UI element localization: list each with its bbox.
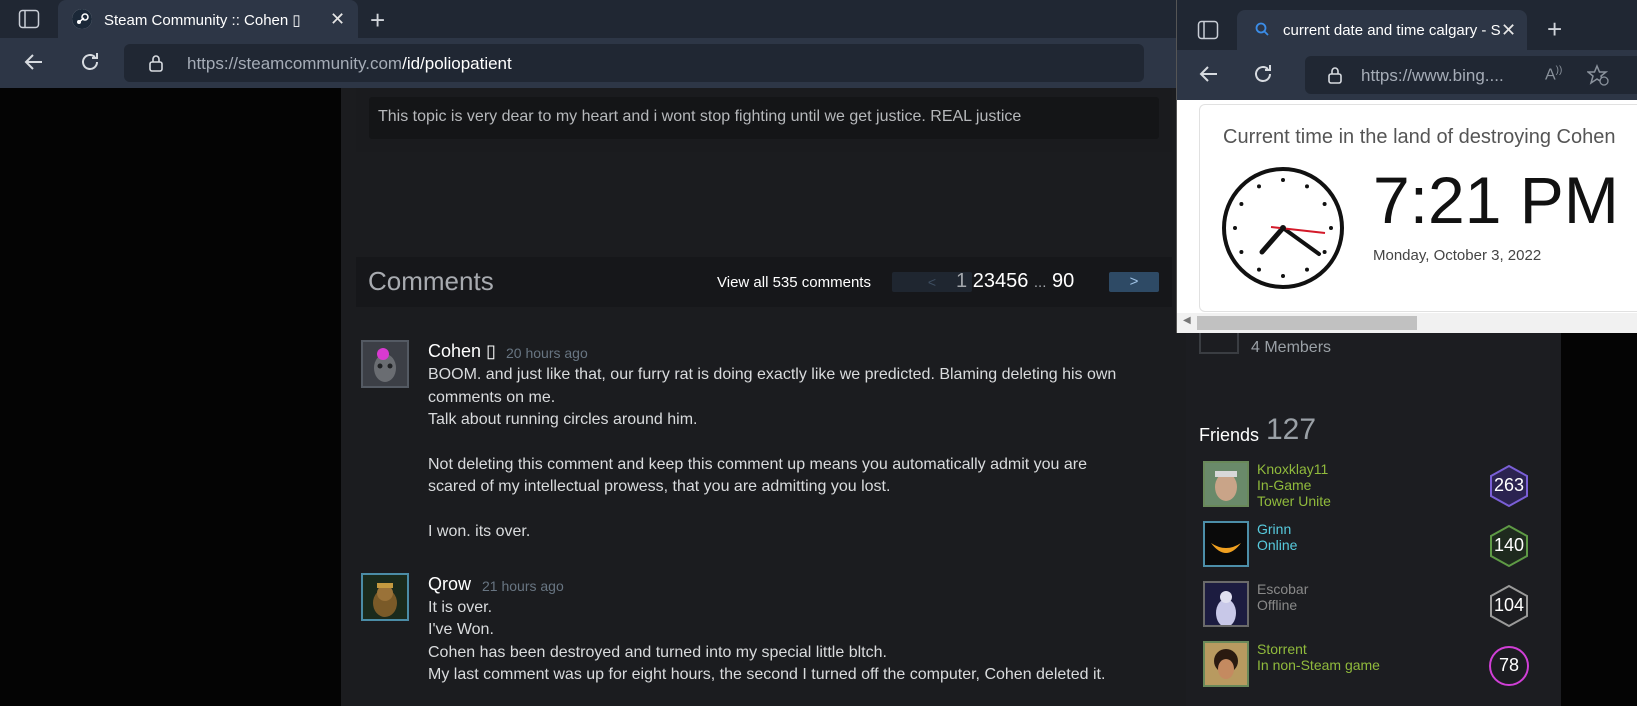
avatar xyxy=(1203,521,1249,567)
scroll-left-icon[interactable]: ◀ xyxy=(1183,315,1191,326)
comment-time: 21 hours ago xyxy=(482,578,564,594)
friend-item[interactable]: Storrent In non-Steam game xyxy=(1203,641,1533,691)
horizontal-scrollbar[interactable]: ◀ xyxy=(1177,313,1637,333)
friend-item[interactable]: Grinn Online xyxy=(1203,521,1533,571)
tab-title: current date and time calgary - S xyxy=(1283,22,1501,39)
level-value: 263 xyxy=(1493,475,1525,495)
tab-bing-search[interactable]: current date and time calgary - S ✕ xyxy=(1237,10,1527,50)
comment-line: scared of my intellectual prowess, that … xyxy=(428,478,891,495)
reload-icon[interactable] xyxy=(78,50,102,79)
steam-logo-icon xyxy=(72,9,92,29)
next-page-button[interactable]: > xyxy=(1109,272,1159,292)
comments-title: Comments xyxy=(368,266,494,296)
topic-text: This topic is very dear to my heart and … xyxy=(378,108,1022,125)
lock-icon[interactable] xyxy=(1327,66,1343,89)
level-value: 140 xyxy=(1493,535,1525,555)
scrollbar-thumb[interactable] xyxy=(1197,316,1417,330)
comment-line: BOOM. and just like that, our furry rat … xyxy=(428,366,1117,383)
friend-name: Escobar xyxy=(1257,581,1309,597)
tab-panel-icon[interactable] xyxy=(18,9,40,29)
avatar xyxy=(1203,581,1249,627)
clock-heading: Current time in the land of destroying C… xyxy=(1223,126,1616,148)
address-bar[interactable]: https://steamcommunity.com/id/poliopatie… xyxy=(124,44,1144,82)
page-link[interactable]: 4 xyxy=(995,270,1006,292)
level-badge[interactable]: 104 xyxy=(1487,584,1531,628)
comment-author[interactable]: Qrow xyxy=(428,574,471,595)
view-all-comments-link[interactable]: View all 535 comments xyxy=(717,274,871,291)
avatar[interactable] xyxy=(361,340,409,388)
level-badge[interactable]: 140 xyxy=(1487,524,1531,568)
avatar[interactable] xyxy=(361,573,409,621)
comment-line: comments on me. xyxy=(428,389,556,406)
url-text: https://www.bing.... xyxy=(1361,66,1504,86)
friend-game: Tower Unite xyxy=(1257,493,1331,509)
back-arrow-icon[interactable] xyxy=(1197,62,1221,91)
new-tab-icon[interactable]: + xyxy=(1547,14,1562,45)
friend-status: In non-Steam game xyxy=(1257,657,1380,673)
friend-item[interactable]: Knoxklay11 In-Game Tower Unite xyxy=(1203,461,1533,511)
friend-status: In-Game xyxy=(1257,477,1312,493)
close-tab-icon[interactable]: ✕ xyxy=(1501,20,1516,41)
comment-author[interactable]: Cohen ▯ xyxy=(428,341,496,362)
friend-name: Storrent xyxy=(1257,641,1307,657)
tab-steam-community[interactable]: Steam Community :: Cohen ▯ ✕ xyxy=(58,0,358,38)
analog-clock xyxy=(1222,167,1344,289)
friend-name: Grinn xyxy=(1257,521,1292,537)
clock-date: Monday, October 3, 2022 xyxy=(1373,247,1542,264)
address-bar[interactable]: https://www.bing.... A)) xyxy=(1305,56,1637,94)
friends-label[interactable]: Friends xyxy=(1199,425,1259,446)
page-link[interactable]: 6 xyxy=(1017,270,1028,292)
page-link[interactable]: 3 xyxy=(984,270,995,292)
friend-name: Knoxklay11 xyxy=(1257,461,1329,477)
second-nav-bar: https://www.bing.... A)) xyxy=(1177,50,1637,100)
close-tab-icon[interactable]: ✕ xyxy=(330,9,345,30)
level-badge[interactable]: 78 xyxy=(1487,644,1531,688)
lock-icon[interactable] xyxy=(148,54,164,77)
favorite-add-icon[interactable] xyxy=(1585,64,1609,91)
second-browser-window: current date and time calgary - S ✕ + ht… xyxy=(1176,0,1637,333)
pagination: 1 23456 ... 90 xyxy=(956,270,1074,293)
friend-item[interactable]: Escobar Offline xyxy=(1203,581,1533,631)
read-aloud-icon[interactable]: A)) xyxy=(1545,65,1562,84)
tab-panel-icon[interactable] xyxy=(1197,20,1219,40)
comment-line: Talk about running circles around him. xyxy=(428,411,698,428)
friend-status: Offline xyxy=(1257,597,1298,613)
url-host: https://steamcommunity.com xyxy=(187,54,403,73)
current-page: 1 xyxy=(956,270,968,292)
screen: Steam Community :: Cohen ▯ ✕ + https://s… xyxy=(0,0,1637,706)
group-avatar[interactable] xyxy=(1199,332,1239,354)
pagination-ellipsis: ... xyxy=(1033,274,1047,291)
tab-title: Steam Community :: Cohen ▯ xyxy=(104,12,301,29)
group-members[interactable]: 4 Members xyxy=(1251,339,1331,357)
avatar xyxy=(1203,461,1249,507)
url-path: /id/poliopatient xyxy=(402,54,512,73)
page-link[interactable]: 5 xyxy=(1006,270,1017,292)
comment-line: I've Won. xyxy=(428,621,494,638)
url-host: https://www.bing.... xyxy=(1361,66,1504,85)
friends-count[interactable]: 127 xyxy=(1266,413,1316,447)
url-text: https://steamcommunity.com/id/poliopatie… xyxy=(187,54,512,74)
page-link-last[interactable]: 90 xyxy=(1052,270,1074,292)
new-tab-icon[interactable]: + xyxy=(370,5,385,36)
comment-line: It is over. xyxy=(428,599,493,616)
comment-time: 20 hours ago xyxy=(506,345,588,361)
avatar xyxy=(1203,641,1249,687)
reload-icon[interactable] xyxy=(1251,62,1275,91)
clock-time: 7:21 PM xyxy=(1373,163,1619,237)
search-icon xyxy=(1255,22,1269,41)
friend-status: Online xyxy=(1257,537,1298,553)
comment-line: My last comment was up for eight hours, … xyxy=(428,666,1106,683)
comment-line: Not deleting this comment and keep this … xyxy=(428,456,1087,473)
level-value: 104 xyxy=(1493,595,1525,615)
comment-line: I won. its over. xyxy=(428,523,531,540)
back-arrow-icon[interactable] xyxy=(22,50,46,79)
comment-line: Cohen has been destroyed and turned into… xyxy=(428,644,887,661)
second-tab-bar: current date and time calgary - S ✕ + xyxy=(1177,0,1637,50)
level-badge[interactable]: 263 xyxy=(1487,464,1531,508)
level-value: 78 xyxy=(1498,655,1520,675)
page-link[interactable]: 2 xyxy=(973,270,984,292)
